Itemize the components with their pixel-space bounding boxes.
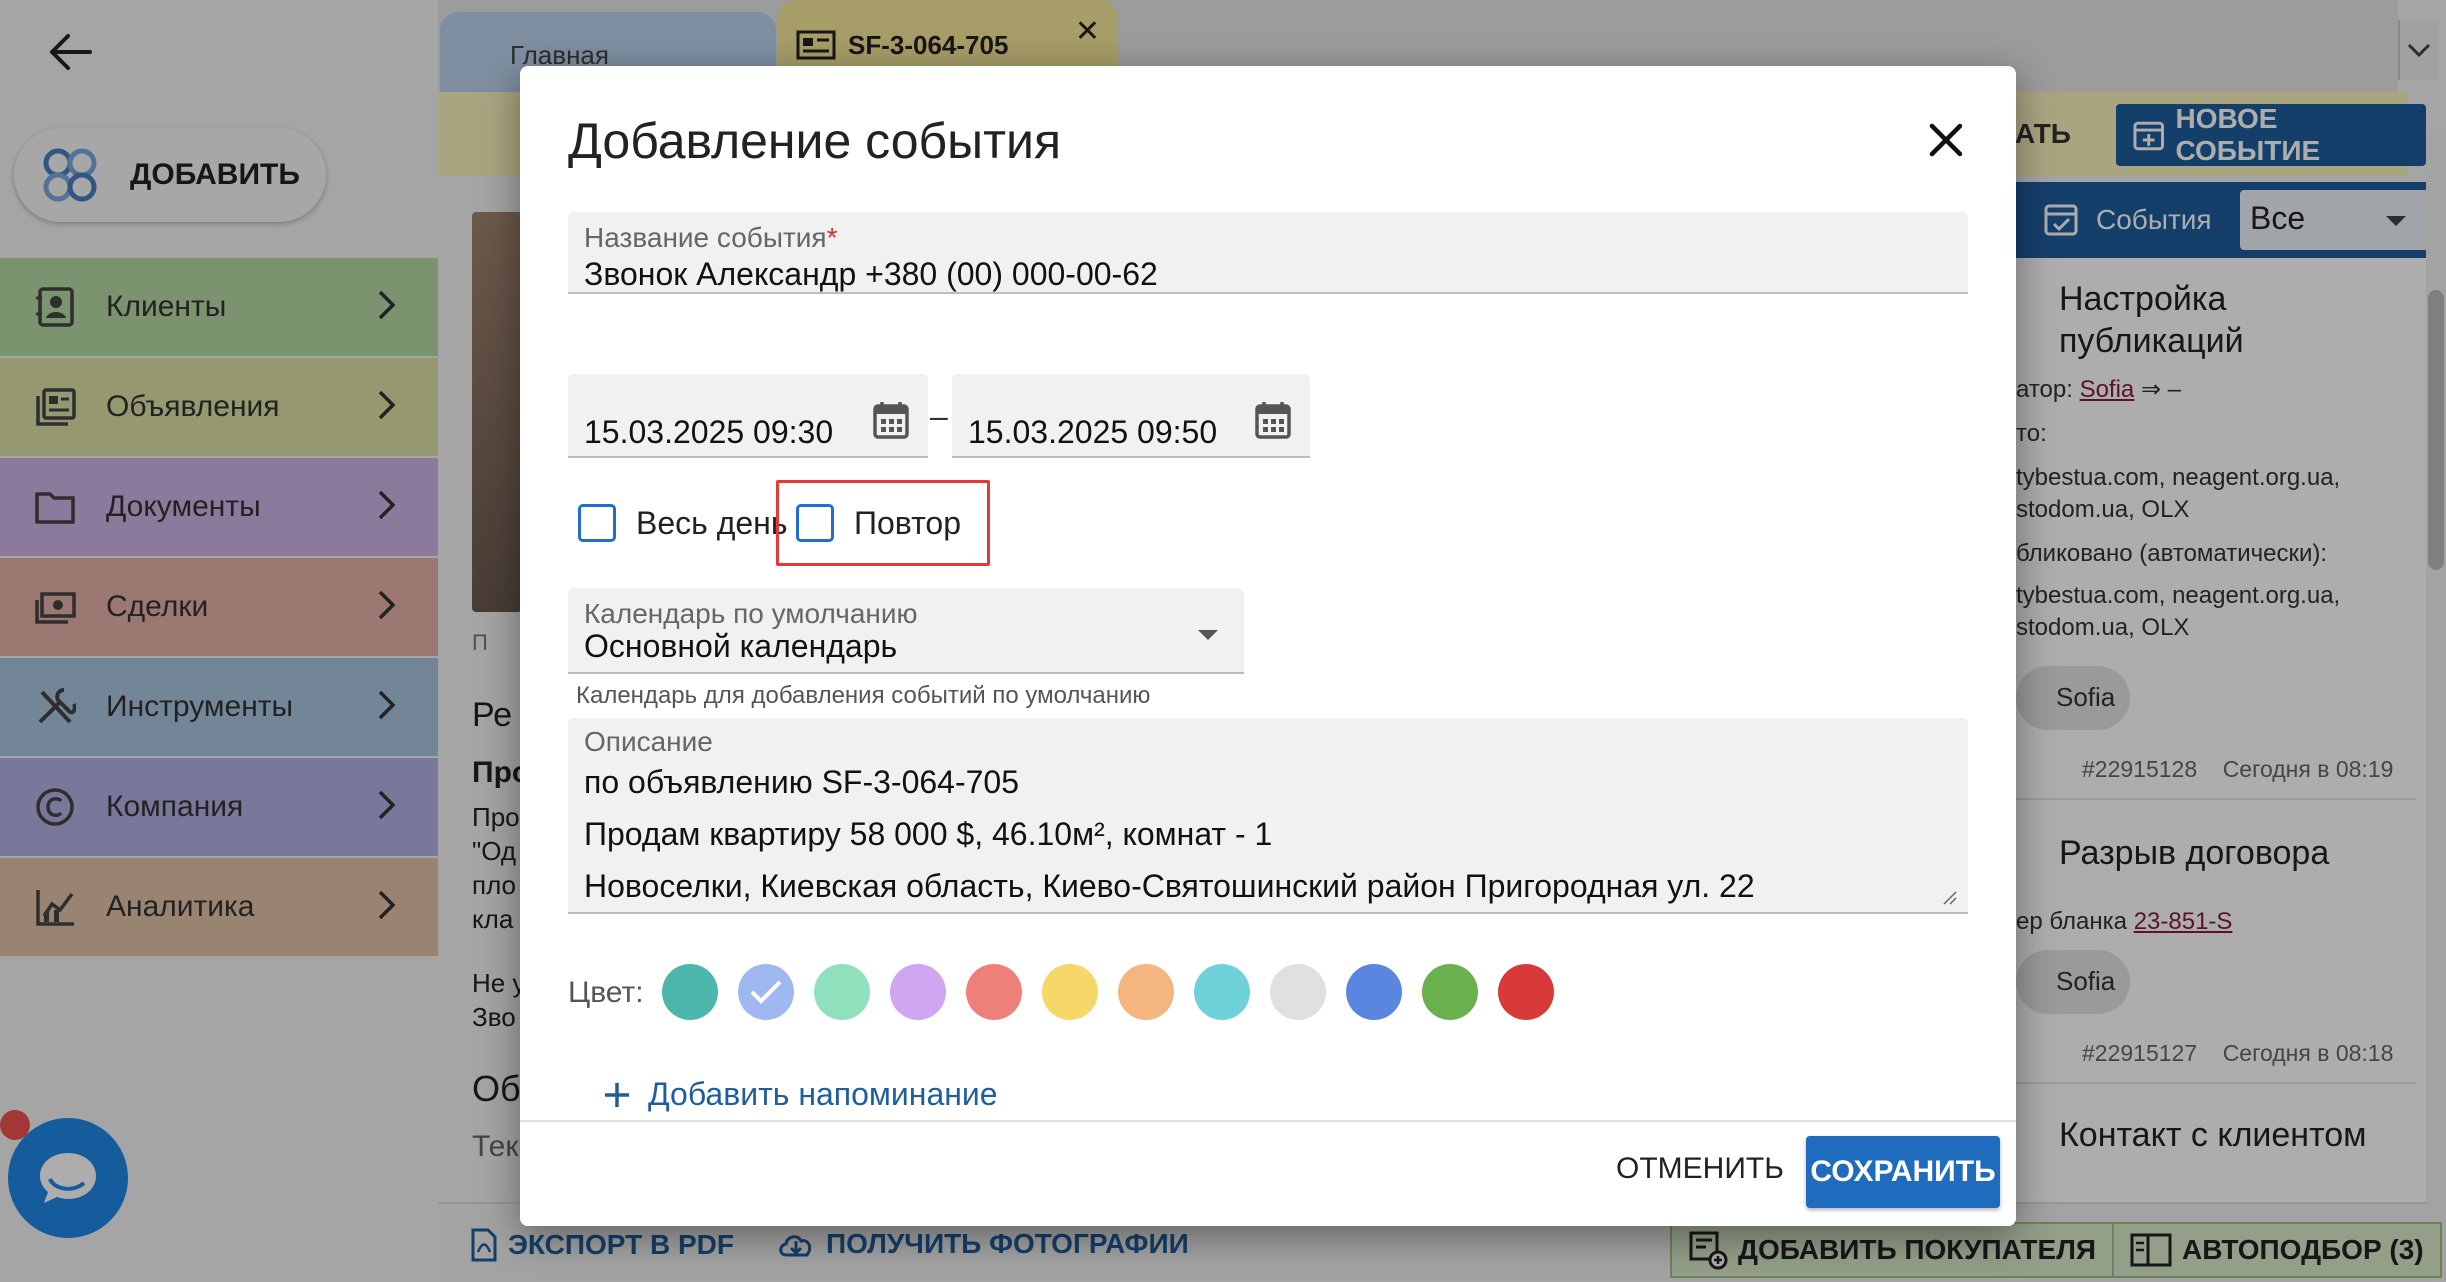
start-date-field[interactable]: 15.03.2025 09:30 [568, 374, 928, 458]
color-swatch[interactable] [966, 964, 1022, 1020]
default-calendar-helper: Календарь для добавления событий по умол… [576, 682, 1151, 709]
plus-icon [605, 1082, 629, 1107]
color-swatch[interactable] [662, 964, 718, 1020]
cancel-button[interactable]: ОТМЕНИТЬ [1616, 1152, 1784, 1186]
color-swatch[interactable] [738, 964, 794, 1020]
check-icon [750, 980, 782, 1004]
event-name-field[interactable]: Название события* Звонок Александр +380 … [568, 212, 1968, 294]
resize-handle-icon[interactable] [1942, 890, 1958, 906]
event-name-value: Звонок Александр +380 (00) 000-00-62 [584, 256, 1158, 292]
color-swatch[interactable] [1118, 964, 1174, 1020]
save-button[interactable]: СОХРАНИТЬ [1806, 1136, 2000, 1208]
description-line: Продам квартиру 58 000 $, 46.10м², комна… [584, 816, 1273, 852]
event-name-label: Название события* [584, 222, 838, 254]
close-dialog-button[interactable] [1924, 118, 1968, 162]
caret-down-icon [1198, 630, 1218, 640]
color-picker [662, 964, 1554, 1020]
description-line: Новоселки, Киевская область, Киево-Свято… [584, 868, 1755, 904]
color-swatch[interactable] [890, 964, 946, 1020]
calendar-icon[interactable] [872, 400, 910, 440]
end-date-value: 15.03.2025 09:50 [968, 414, 1218, 450]
add-reminder-label: Добавить напоминание [648, 1076, 998, 1112]
color-swatch[interactable] [1422, 964, 1478, 1020]
repeat-checkbox-row[interactable]: Повтор [796, 504, 961, 542]
required-mark: * [826, 222, 838, 253]
add-reminder-button[interactable]: Добавить напоминание [602, 1076, 998, 1113]
close-icon [1929, 123, 1963, 157]
color-swatch[interactable] [1194, 964, 1250, 1020]
default-calendar-select[interactable]: Календарь по умолчанию Основной календар… [568, 588, 1244, 674]
description-field[interactable]: Описание по объявлению SF-3-064-705 Прод… [568, 718, 1968, 914]
repeat-label: Повтор [854, 504, 961, 541]
dialog-footer [520, 1120, 2016, 1226]
default-calendar-value: Основной календарь [584, 628, 898, 664]
add-event-dialog: Добавление события Название события* Зво… [520, 66, 2016, 1226]
date-separator: – [930, 398, 948, 434]
all-day-checkbox-row[interactable]: Весь день [578, 504, 788, 542]
color-swatch[interactable] [1270, 964, 1326, 1020]
calendar-icon[interactable] [1254, 400, 1292, 440]
all-day-label: Весь день [636, 504, 788, 541]
all-day-checkbox[interactable] [578, 504, 616, 542]
default-calendar-label: Календарь по умолчанию [584, 598, 918, 629]
repeat-checkbox[interactable] [796, 504, 834, 542]
dialog-title: Добавление события [568, 113, 1062, 169]
color-swatch[interactable] [1498, 964, 1554, 1020]
description-line: по объявлению SF-3-064-705 [584, 764, 1020, 800]
color-swatch[interactable] [814, 964, 870, 1020]
event-name-label-text: Название события [584, 222, 827, 253]
color-label: Цвет: [568, 976, 644, 1009]
color-swatch[interactable] [1346, 964, 1402, 1020]
start-date-value: 15.03.2025 09:30 [584, 414, 834, 450]
color-swatch[interactable] [1042, 964, 1098, 1020]
description-label: Описание [584, 726, 713, 757]
end-date-field[interactable]: 15.03.2025 09:50 [952, 374, 1310, 458]
